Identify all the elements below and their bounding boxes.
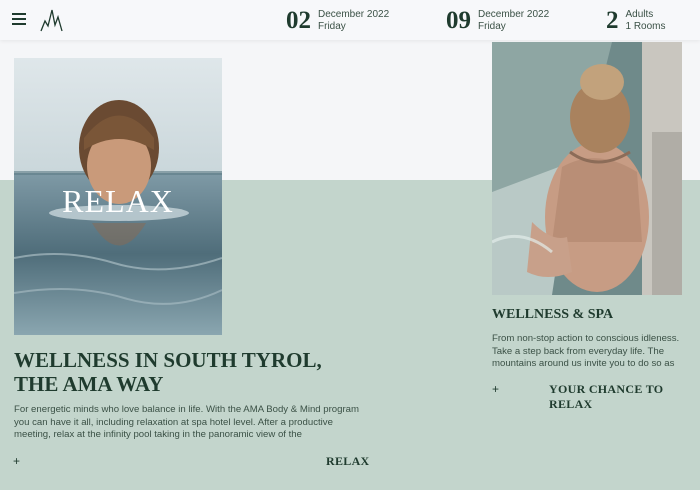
hero-photo-caption: RELAX <box>62 183 174 219</box>
arrival-month: December 2022 <box>318 9 390 20</box>
spa-expand-icon[interactable]: + <box>492 382 499 396</box>
arrival-weekday: Friday <box>318 21 346 32</box>
departure-day: 09 <box>446 7 471 34</box>
relax-link[interactable]: RELAX <box>326 454 370 469</box>
guests-count: 2 <box>606 7 619 34</box>
hero-description: For energetic minds who love balance in … <box>14 404 360 440</box>
arrival-date-selector[interactable]: 02 December 2022 Friday <box>286 8 389 34</box>
spa-photo-pool <box>492 42 682 295</box>
departure-date-selector[interactable]: 09 December 2022 Friday <box>446 8 549 34</box>
hero-expand-icon[interactable]: + <box>13 454 20 468</box>
spa-description: From non-stop action to conscious idlene… <box>492 333 680 369</box>
guests-adults: Adults <box>625 9 654 20</box>
arrival-day: 02 <box>286 7 311 34</box>
hero-title: WELLNESS IN SOUTH TYROL, THE AMA WAY <box>14 348 322 396</box>
departure-month: December 2022 <box>478 9 550 20</box>
spa-title: WELLNESS & SPA <box>492 307 614 322</box>
mountain-logo-icon[interactable] <box>40 8 64 32</box>
chance-to-relax-link[interactable]: YOUR CHANCE TO RELAX <box>549 382 700 412</box>
departure-weekday: Friday <box>478 21 506 32</box>
hero-photo-swimmer: RELAX <box>14 58 222 335</box>
header: 02 December 2022 Friday 09 December 2022… <box>0 0 700 40</box>
guests-rooms: 1 Rooms <box>625 21 666 32</box>
guests-selector[interactable]: 2 Adults 1 Rooms <box>606 8 666 34</box>
menu-icon[interactable] <box>12 13 26 25</box>
